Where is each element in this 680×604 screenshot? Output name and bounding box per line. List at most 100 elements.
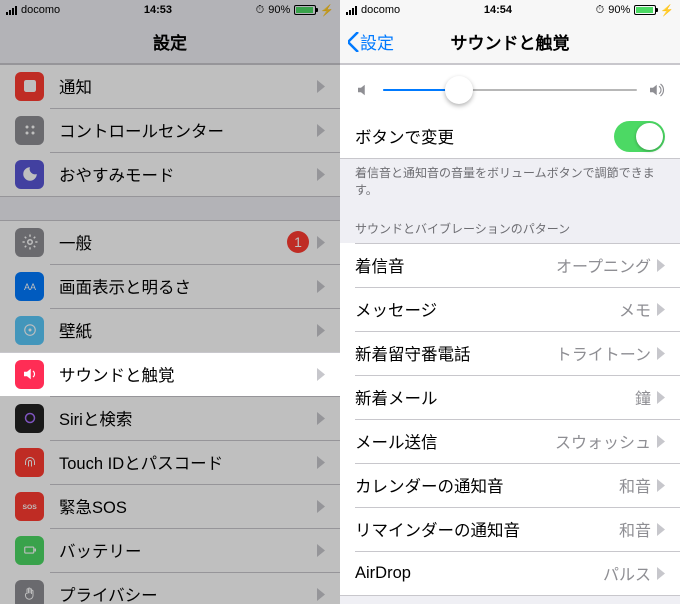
value: メモ (619, 297, 651, 321)
volume-slider[interactable] (383, 89, 637, 91)
row-text-tone[interactable]: メッセージ メモ (340, 287, 680, 331)
label: バッテリー (59, 538, 317, 562)
label: 新着メール (355, 385, 635, 409)
charging-icon: ⚡ (320, 4, 334, 17)
chevron-right-icon (317, 412, 325, 425)
chevron-right-icon (317, 236, 325, 249)
chevron-right-icon (317, 280, 325, 293)
page-title: 設定 (153, 29, 187, 54)
value: スウォッシュ (555, 429, 651, 453)
speaker-icon (15, 360, 44, 389)
nav-bar: 設定 サウンドと触覚 (340, 20, 680, 64)
chevron-right-icon (317, 124, 325, 137)
chevron-right-icon (657, 435, 665, 448)
chevron-right-icon (317, 456, 325, 469)
sos-icon: SOS (15, 492, 44, 521)
chevron-right-icon (317, 368, 325, 381)
chevron-right-icon (317, 168, 325, 181)
row-siri[interactable]: Siriと検索 (0, 396, 340, 440)
row-sos[interactable]: SOS 緊急SOS (0, 484, 340, 528)
signal-icon (6, 6, 17, 15)
value: トライトーン (556, 341, 651, 365)
volume-low-icon (355, 81, 373, 99)
fingerprint-icon (15, 448, 44, 477)
svg-text:SOS: SOS (22, 504, 37, 511)
back-button[interactable]: 設定 (348, 29, 394, 54)
label: ボタンで変更 (355, 124, 614, 148)
value: 和音 (619, 517, 651, 541)
label: コントロールセンター (59, 118, 317, 142)
label: カレンダーの通知音 (355, 473, 619, 497)
chevron-right-icon (657, 347, 665, 360)
svg-text:AA: AA (24, 282, 36, 292)
row-battery[interactable]: バッテリー (0, 528, 340, 572)
value: 和音 (619, 473, 651, 497)
chevron-right-icon (317, 544, 325, 557)
moon-icon (15, 160, 44, 189)
label: 壁紙 (59, 318, 317, 342)
carrier-label: docomo (361, 4, 400, 16)
gear-icon (15, 228, 44, 257)
badge: 1 (287, 231, 309, 253)
row-sent-mail[interactable]: メール送信 スウォッシュ (340, 419, 680, 463)
battery-percent: 90% (268, 4, 290, 16)
section-header: サウンドとバイブレーションのパターン (340, 206, 680, 243)
status-bar: docomo 14:53 ⏱ 90% ⚡ (0, 0, 340, 20)
row-control-center[interactable]: コントロールセンター (0, 108, 340, 152)
battery-row-icon (15, 536, 44, 565)
control-center-icon (15, 116, 44, 145)
chevron-right-icon (317, 500, 325, 513)
hand-icon (15, 580, 44, 604)
row-calendar[interactable]: カレンダーの通知音 和音 (340, 463, 680, 507)
label: Touch IDとパスコード (59, 450, 317, 474)
row-privacy[interactable]: プライバシー (0, 572, 340, 604)
battery-percent: 90% (608, 4, 630, 16)
carrier-label: docomo (21, 4, 60, 16)
row-touchid[interactable]: Touch IDとパスコード (0, 440, 340, 484)
label: AirDrop (355, 564, 603, 583)
chevron-right-icon (317, 324, 325, 337)
label: 着信音 (355, 253, 556, 277)
wallpaper-icon (15, 316, 44, 345)
label: 一般 (59, 230, 287, 254)
settings-screen: docomo 14:53 ⏱ 90% ⚡ 設定 通知 コントロールセンター おや… (0, 0, 340, 604)
value: 鐘 (635, 385, 651, 409)
siri-icon (15, 404, 44, 433)
status-bar: docomo 14:54 ⏱ 90% ⚡ (340, 0, 680, 20)
nav-bar: 設定 (0, 20, 340, 64)
clock: 14:54 (484, 4, 512, 16)
charging-icon: ⚡ (660, 4, 674, 17)
row-new-mail[interactable]: 新着メール 鐘 (340, 375, 680, 419)
volume-high-icon (647, 81, 665, 99)
row-general[interactable]: 一般 1 (0, 220, 340, 264)
back-label: 設定 (360, 29, 394, 54)
battery-icon (294, 5, 316, 15)
row-airdrop[interactable]: AirDrop パルス (340, 551, 680, 595)
row-reminder[interactable]: リマインダーの通知音 和音 (340, 507, 680, 551)
row-voicemail[interactable]: 新着留守番電話 トライトーン (340, 331, 680, 375)
alarm-icon: ⏱ (596, 4, 605, 17)
value: オープニング (556, 253, 651, 277)
label: メッセージ (355, 297, 619, 321)
chevron-right-icon (657, 479, 665, 492)
label: メール送信 (355, 429, 555, 453)
chevron-right-icon (657, 391, 665, 404)
label: 緊急SOS (59, 494, 317, 518)
display-icon: AA (15, 272, 44, 301)
row-dnd[interactable]: おやすみモード (0, 152, 340, 196)
toggle-on[interactable] (614, 121, 665, 152)
label: 通知 (59, 74, 317, 98)
label: リマインダーの通知音 (355, 517, 619, 541)
battery-icon (634, 5, 656, 15)
label: 新着留守番電話 (355, 341, 556, 365)
page-title: サウンドと触覚 (451, 29, 570, 54)
clock: 14:53 (144, 4, 172, 16)
row-sounds[interactable]: サウンドと触覚 (0, 352, 340, 396)
row-wallpaper[interactable]: 壁紙 (0, 308, 340, 352)
label: プライバシー (59, 582, 317, 604)
label: サウンドと触覚 (59, 362, 317, 386)
row-ringtone[interactable]: 着信音 オープニング (340, 243, 680, 287)
row-display[interactable]: AA 画面表示と明るさ (0, 264, 340, 308)
row-change-with-buttons[interactable]: ボタンで変更 (340, 114, 680, 158)
row-notifications[interactable]: 通知 (0, 64, 340, 108)
